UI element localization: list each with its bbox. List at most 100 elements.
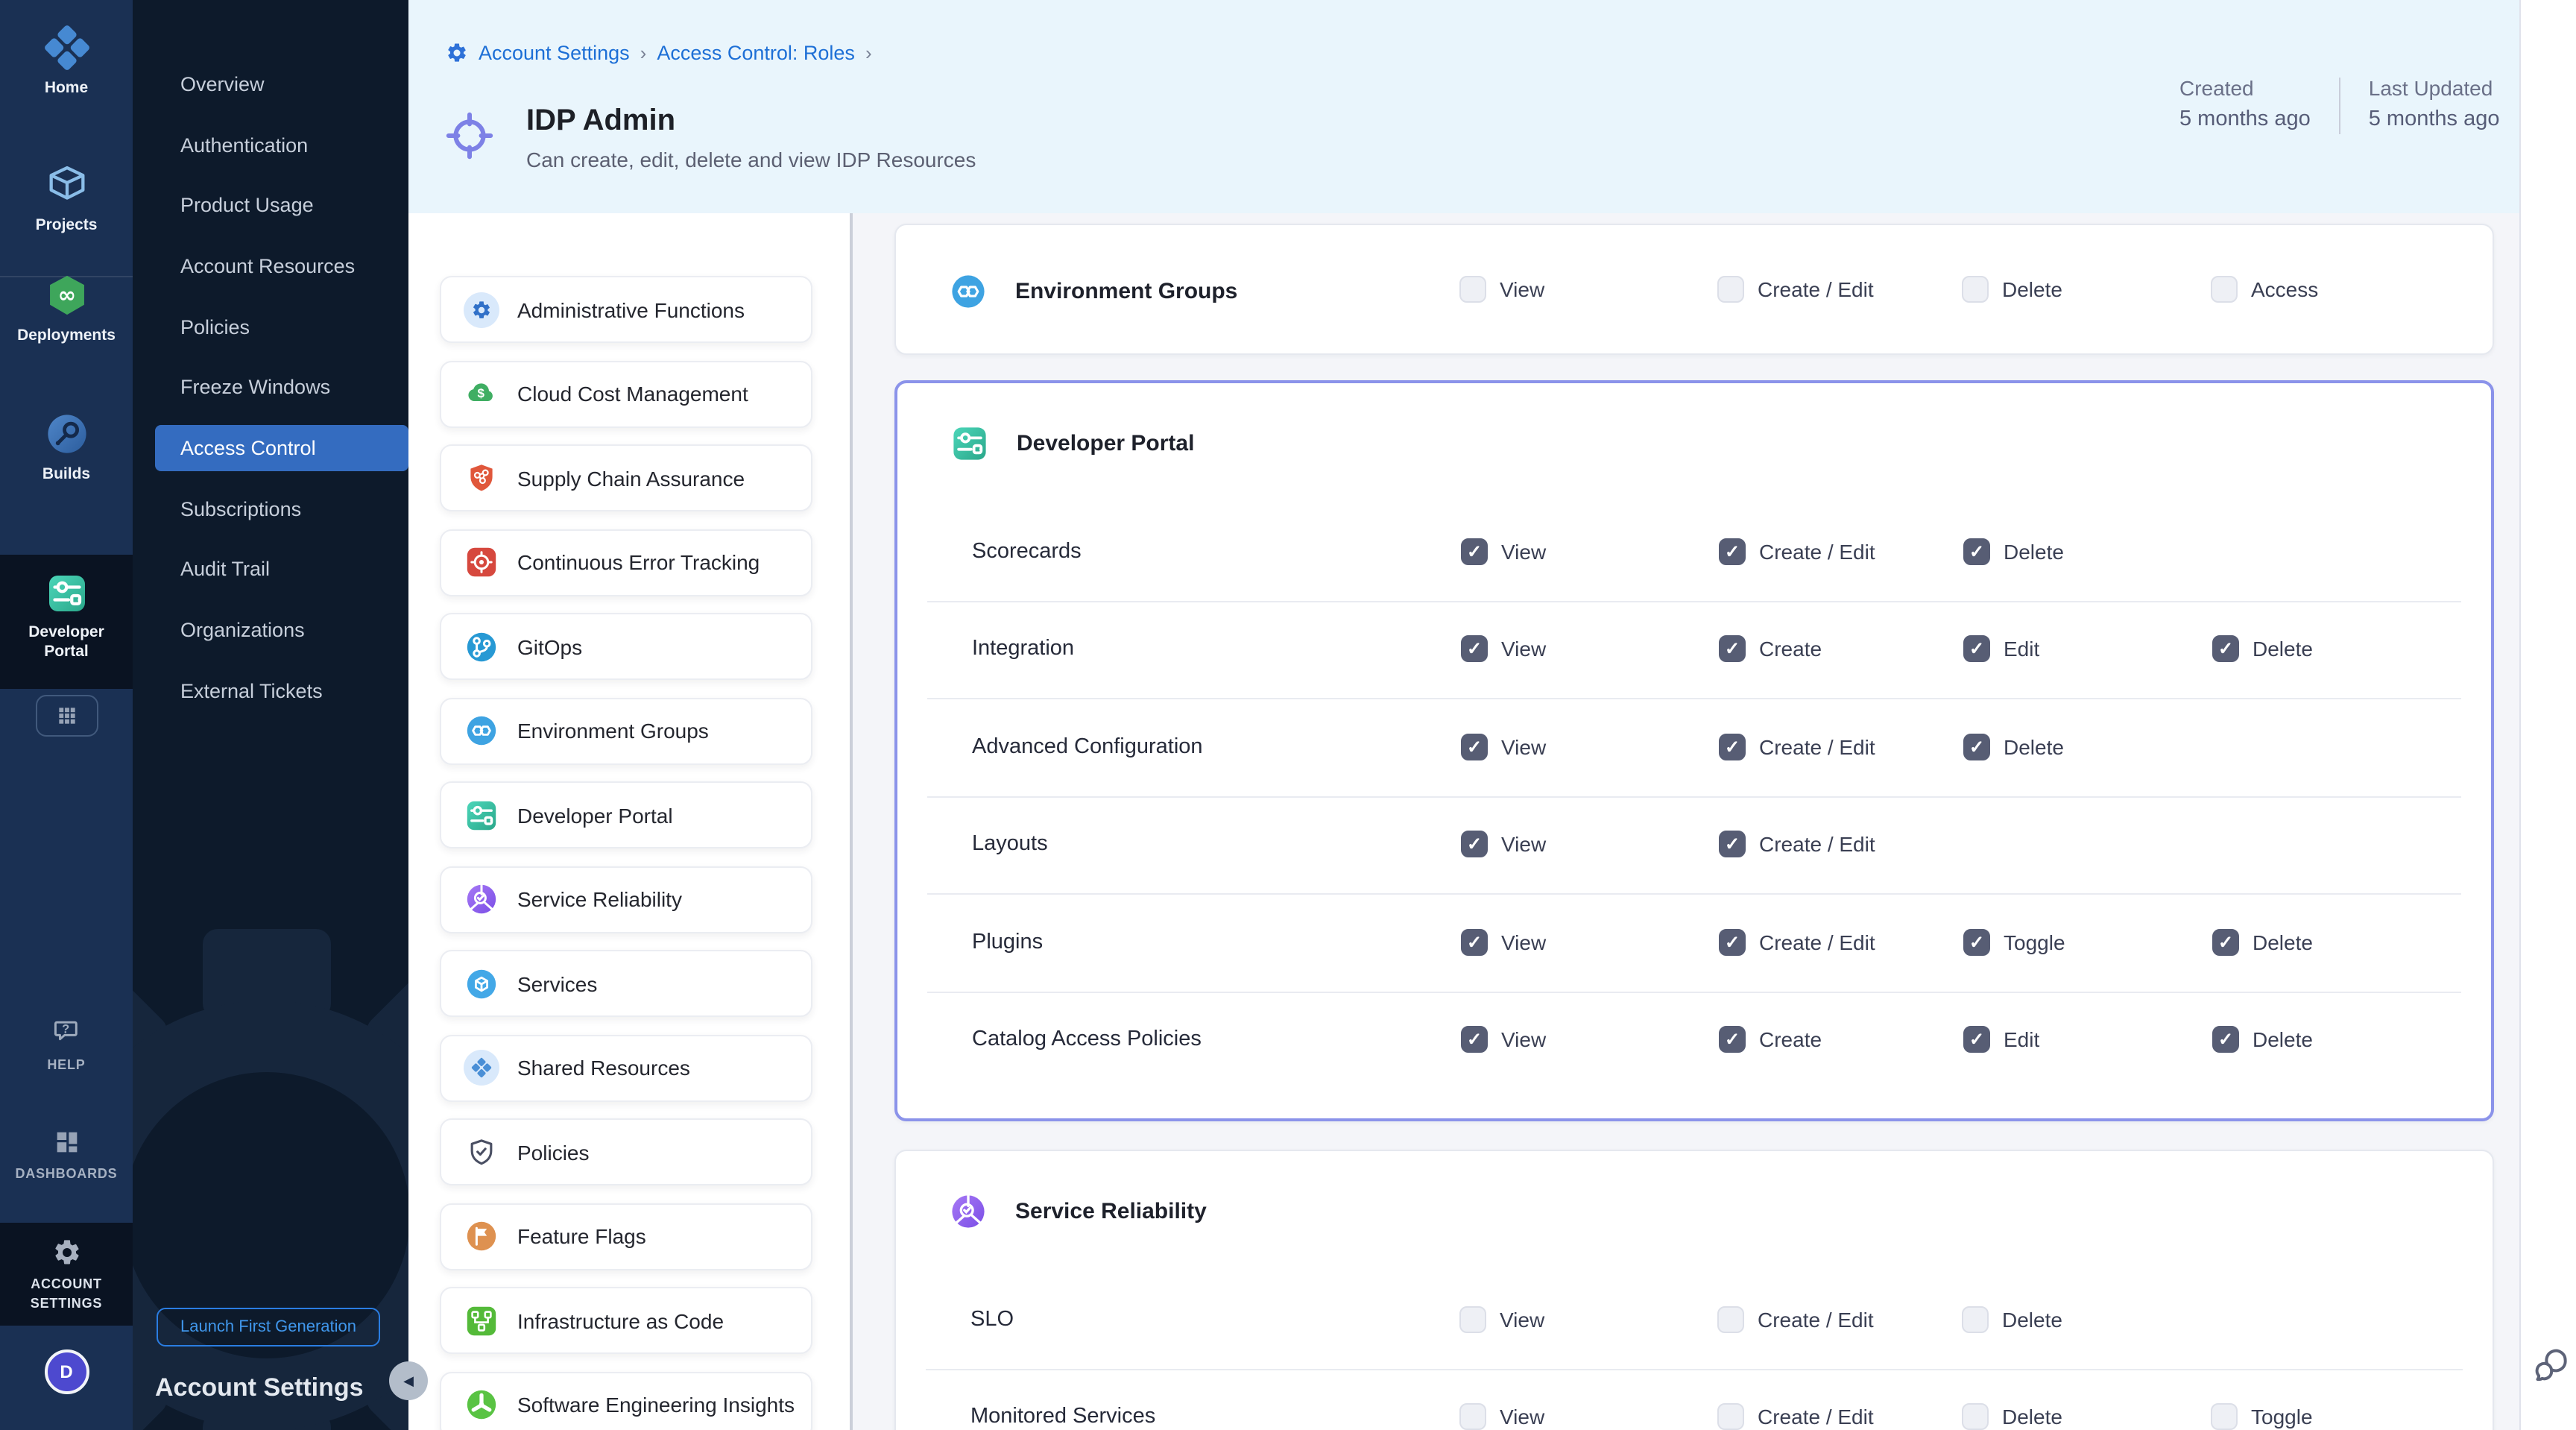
sidebar-item-subscriptions[interactable]: Subscriptions	[133, 497, 408, 520]
permission-label: View	[1501, 735, 1546, 759]
permission-label: Edit	[2004, 637, 2039, 661]
checkbox-delete[interactable]: ✓	[1963, 538, 1990, 565]
checkbox-view[interactable]: ✓	[1459, 276, 1486, 303]
launch-first-generation-button[interactable]: Launch First Generation	[157, 1308, 380, 1346]
rail-item-profile[interactable]: D	[0, 1349, 133, 1394]
module-label: Infrastructure as Code	[517, 1308, 724, 1332]
support-chat-icon[interactable]	[2530, 1344, 2572, 1385]
checkbox-delete[interactable]: ✓	[1962, 1306, 1989, 1333]
rail-item-dashboards[interactable]: DASHBOARDS	[0, 1127, 133, 1184]
rail-item-builds[interactable]: Builds	[0, 410, 133, 485]
checkbox-delete[interactable]: ✓	[2212, 929, 2239, 956]
permission-label: Delete	[2253, 637, 2313, 661]
module-card-developer-portal[interactable]: Developer Portal	[440, 781, 812, 848]
rail-item-help[interactable]: HELP	[0, 1015, 133, 1075]
module-card-service-reliability[interactable]: Service Reliability	[440, 866, 812, 933]
section-title: Service Reliability	[1015, 1198, 1207, 1223]
module-card-environment-groups[interactable]: Environment Groups	[440, 697, 812, 764]
module-label: Developer Portal	[517, 803, 673, 827]
checkbox-view[interactable]: ✓	[1461, 1027, 1488, 1053]
rail-item-account-settings[interactable]: ACCOUNT SETTINGS	[0, 1238, 133, 1314]
rail-item-projects[interactable]: Projects	[0, 161, 133, 236]
policies-shield-icon	[464, 1134, 499, 1170]
sidebar-collapse-button[interactable]: ◀	[389, 1361, 428, 1400]
permission-label: View	[1500, 1405, 1544, 1429]
cloud-cost-icon	[464, 376, 499, 412]
breadcrumb-link-access-control-roles[interactable]: Access Control: Roles	[657, 42, 855, 64]
developer-portal-icon	[950, 423, 990, 463]
checkbox-delete[interactable]: ✓	[2212, 636, 2239, 663]
checkbox-access[interactable]: ✓	[2211, 276, 2238, 303]
module-label: Shared Resources	[517, 1056, 690, 1080]
permission-label: View	[1500, 277, 1544, 301]
checkbox-delete[interactable]: ✓	[1963, 734, 1990, 760]
module-card-feature-flags[interactable]: Feature Flags	[440, 1203, 812, 1270]
permission-label: Delete	[2004, 540, 2064, 564]
module-card-administrative-functions[interactable]: Administrative Functions	[440, 276, 812, 343]
permission-section-service-reliability: Service Reliability SLO ✓View ✓Create / …	[894, 1150, 2494, 1430]
checkbox-create-edit[interactable]: ✓	[1719, 929, 1746, 956]
rail-item-label: Deployments	[8, 327, 124, 346]
checkbox-toggle[interactable]: ✓	[2211, 1404, 2238, 1430]
permission-section-developer-portal: Developer Portal Scorecards ✓View ✓Creat…	[894, 380, 2494, 1121]
checkbox-delete[interactable]: ✓	[1962, 276, 1989, 303]
checkbox-create[interactable]: ✓	[1719, 1027, 1746, 1053]
section-header: Developer Portal	[897, 383, 2491, 503]
module-card-gitops[interactable]: GitOps	[440, 613, 812, 680]
module-card-infrastructure-as-code[interactable]: Infrastructure as Code	[440, 1287, 812, 1354]
module-label: Environment Groups	[517, 719, 709, 743]
checkbox-view[interactable]: ✓	[1461, 636, 1488, 663]
breadcrumb-link-account-settings[interactable]: Account Settings	[479, 42, 630, 64]
permission-label: View	[1501, 833, 1546, 857]
checkbox-create-edit[interactable]: ✓	[1717, 276, 1744, 303]
sidebar-item-freeze-windows[interactable]: Freeze Windows	[133, 377, 408, 399]
checkbox-create-edit[interactable]: ✓	[1719, 734, 1746, 760]
sidebar-item-product-usage[interactable]: Product Usage	[133, 194, 408, 216]
checkbox-view[interactable]: ✓	[1461, 734, 1488, 760]
checkbox-view[interactable]: ✓	[1461, 538, 1488, 565]
checkbox-view[interactable]: ✓	[1459, 1404, 1486, 1430]
sidebar-item-authentication[interactable]: Authentication	[133, 133, 408, 156]
resource-name: SLO	[970, 1308, 1014, 1332]
module-card-software-engineering-insights[interactable]: Software Engineering Insights	[440, 1371, 812, 1430]
resource-name: Plugins	[972, 930, 1043, 954]
checkbox-create-edit[interactable]: ✓	[1717, 1306, 1744, 1333]
module-card-shared-resources[interactable]: Shared Resources	[440, 1034, 812, 1101]
checkbox-edit[interactable]: ✓	[1963, 1027, 1990, 1053]
checkbox-view[interactable]: ✓	[1459, 1306, 1486, 1333]
sidebar-item-external-tickets[interactable]: External Tickets	[133, 679, 408, 702]
module-card-services[interactable]: Services	[440, 950, 812, 1017]
sidebar-item-organizations[interactable]: Organizations	[133, 619, 408, 641]
checkbox-create-edit[interactable]: ✓	[1719, 831, 1746, 858]
rail-item-deployments[interactable]: Deployments	[0, 271, 133, 346]
rail-item-home[interactable]: Home	[0, 24, 133, 98]
checkbox-delete[interactable]: ✓	[1962, 1404, 1989, 1430]
checkbox-view[interactable]: ✓	[1461, 929, 1488, 956]
permission-label: View	[1501, 637, 1546, 661]
avatar[interactable]: D	[44, 1349, 89, 1394]
left-rail: Home Projects Deployments Builds Develop…	[0, 0, 133, 1430]
checkbox-create-edit[interactable]: ✓	[1719, 538, 1746, 565]
permission-row-scorecards: Scorecards ✓View ✓Create / Edit ✓Delete	[897, 503, 2491, 600]
sidebar-item-policies[interactable]: Policies	[133, 315, 408, 338]
checkbox-view[interactable]: ✓	[1461, 831, 1488, 858]
sidebar-item-overview[interactable]: Overview	[133, 73, 408, 95]
module-card-policies[interactable]: Policies	[440, 1118, 812, 1185]
module-card-cloud-cost-management[interactable]: Cloud Cost Management	[440, 360, 812, 427]
sidebar-item-access-control[interactable]: Access Control	[155, 425, 408, 471]
module-card-supply-chain-assurance[interactable]: Supply Chain Assurance	[440, 444, 812, 511]
checkbox-create-edit[interactable]: ✓	[1717, 1404, 1744, 1430]
section-header: Service Reliability	[896, 1151, 2493, 1270]
module-card-continuous-error-tracking[interactable]: Continuous Error Tracking	[440, 529, 812, 596]
rail-item-app-switcher[interactable]	[0, 695, 133, 737]
checkbox-create[interactable]: ✓	[1719, 636, 1746, 663]
sidebar-item-account-resources[interactable]: Account Resources	[133, 255, 408, 277]
module-label: Continuous Error Tracking	[517, 550, 760, 574]
checkbox-delete[interactable]: ✓	[2212, 1027, 2239, 1053]
resource-name: Advanced Configuration	[972, 735, 1203, 759]
sidebar-item-audit-trail[interactable]: Audit Trail	[133, 558, 408, 581]
rail-item-developer-portal[interactable]: Developer Portal	[0, 571, 133, 662]
checkbox-edit[interactable]: ✓	[1963, 636, 1990, 663]
rail-item-label: ACCOUNT SETTINGS	[8, 1275, 124, 1314]
checkbox-toggle[interactable]: ✓	[1963, 929, 1990, 956]
